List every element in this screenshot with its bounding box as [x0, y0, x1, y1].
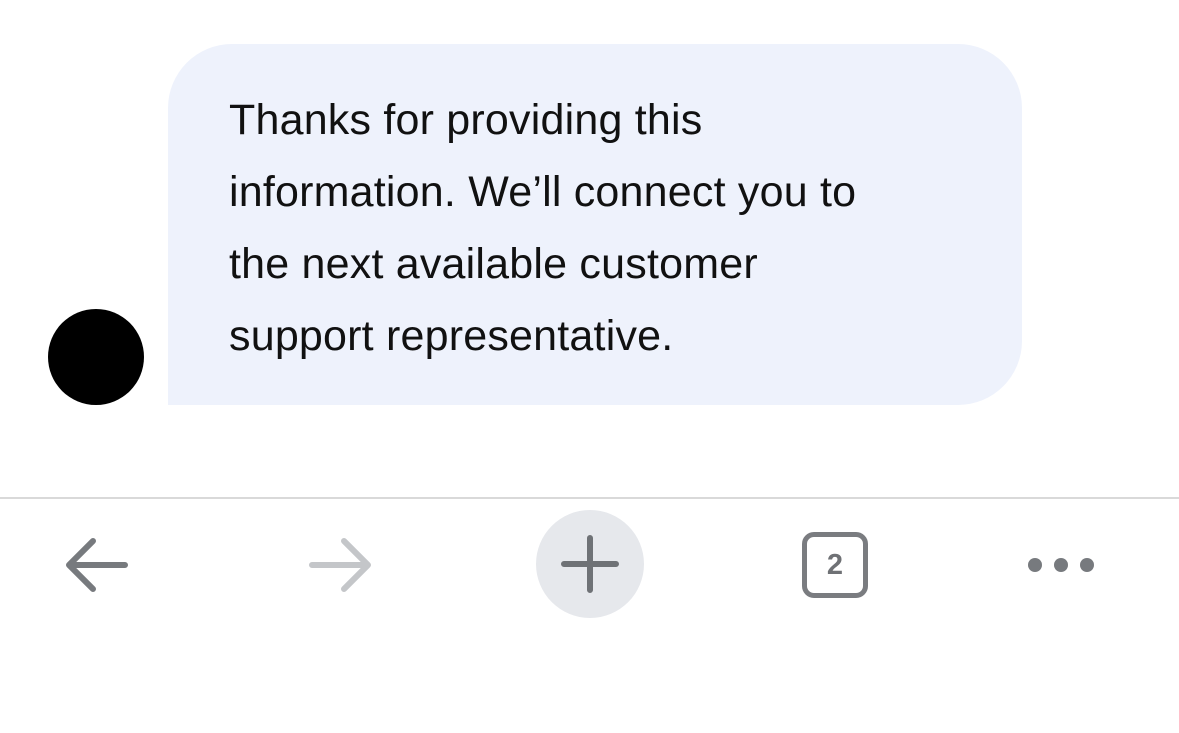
browser-page: Thanks for providing this information. We… — [0, 0, 1179, 733]
chat-area: Thanks for providing this information. We… — [0, 0, 1179, 497]
message-line: the next available customer — [229, 240, 758, 288]
tab-count: 2 — [826, 548, 844, 581]
ellipsis-icon — [1028, 558, 1094, 572]
new-tab-button[interactable] — [536, 510, 644, 618]
tabs-count-icon: 2 — [802, 532, 868, 598]
forward-button[interactable] — [292, 527, 392, 603]
message-text: Thanks for providing this information. We… — [229, 84, 972, 372]
message-line: support representative. — [229, 312, 674, 360]
message-line: information. We’ll connect you to — [229, 168, 857, 216]
back-button[interactable] — [45, 527, 145, 603]
tabs-button[interactable]: 2 — [786, 521, 884, 609]
message-bubble: Thanks for providing this information. We… — [168, 44, 1022, 405]
agent-avatar — [48, 309, 144, 405]
message-line: Thanks for providing this — [229, 96, 703, 144]
arrow-right-icon — [309, 538, 371, 592]
arrow-left-icon — [66, 538, 128, 592]
browser-toolbar: 2 — [0, 499, 1179, 733]
more-button[interactable] — [1018, 535, 1104, 595]
plus-icon — [561, 535, 619, 593]
